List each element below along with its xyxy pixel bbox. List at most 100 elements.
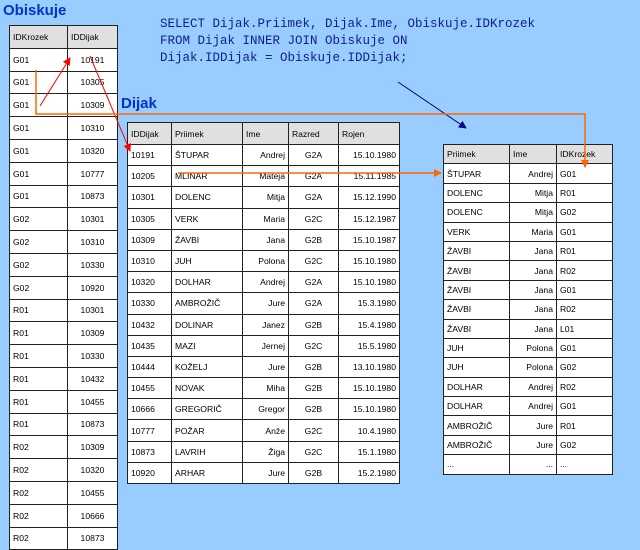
table-cell: R01 [9,366,68,391]
table-cell: Mateja [242,165,289,188]
table-row: R01 10455 [9,389,118,414]
table-cell: Maria [509,221,557,242]
table-cell: Polona [242,249,289,273]
table-cell: 15.10.1980 [338,143,400,167]
table-cell: G2C [288,249,339,273]
table-cell: 10455 [127,377,172,400]
table-cell: NOVAK [171,377,243,400]
table-cell: 10309 [127,228,172,251]
table-cell: 10320 [67,458,118,482]
table-cell: MLINAR [171,165,243,188]
table-row: DOLENC Mitja R01 [443,182,613,204]
table-row: G01 10777 [9,161,118,186]
table-cell: 10920 [67,275,118,300]
table-cell: Jana [509,260,557,281]
table-cell: R02 [9,480,68,505]
table-row: VERK Maria G01 [443,221,613,242]
table-cell: 15.12.1987 [338,207,400,230]
table-cell: ŽAVBI [171,228,243,251]
table-cell: Jana [242,228,289,251]
table-cell: Mitja [509,202,557,223]
table-cell: DOLINAR [171,313,243,336]
table-row: ......... [443,454,613,475]
table-cell: G2B [288,355,339,379]
table-cell: Polona [509,357,557,378]
table-cell: VERK [171,207,243,230]
table-row: DOLENC Mitja G02 [443,202,613,223]
table-cell: G2C [288,440,339,463]
table-cell: G2B [288,398,339,421]
table-cell: R02 [556,299,613,320]
table-row: 10873 LAVRIH Žiga G2C 15.1.1980 [127,440,400,463]
table-row: R02 10455 [9,480,118,505]
table-cell: 10330 [67,344,118,368]
table-cell: Žiga [242,440,289,463]
table-cell: G01 [9,161,68,186]
sql-line-3: Dijak.IDDijak = Obiskuje.IDDijak; [160,51,408,65]
table-cell: Mitja [242,186,289,209]
result-table: Priimek Ime IDKrozek ŠTUPAR Andrej G01 DOLENC… [443,143,613,475]
obiskuje-table: IDKrozek IDDijak G01 10191 G01 10305 G01 10309… [9,25,118,550]
table-cell: KOŽELJ [171,355,243,379]
table-cell: 10301 [127,186,172,209]
table-cell: ŽAVBI [443,279,510,301]
table-header-row: IDKrozek IDDijak [9,25,118,49]
column-header: Ime [509,143,557,165]
table-cell: G01 [9,184,68,209]
table-row: 10191 ŠTUPAR Andrej G2A 15.10.1980 [127,143,400,167]
table-cell: POŽAR [171,419,243,442]
table-cell: 10320 [127,271,172,294]
table-cell: 10330 [127,292,172,315]
table-cell: Anže [242,419,289,442]
table-cell: Andrej [509,396,557,417]
table-cell: Andrej [509,163,557,184]
table-cell: 10873 [67,526,118,550]
table-cell: Jana [509,279,557,301]
table-cell: G02 [9,230,68,254]
sql-line-2: FROM Dijak INNER JOIN Obiskuje ON [160,34,408,48]
table-row: ŽAVBI Jana L01 [443,318,613,339]
table-cell: 15.10.1980 [338,249,400,273]
table-cell: Polona [509,337,557,359]
table-row: R02 10320 [9,458,118,482]
table-cell: 10444 [127,355,172,379]
table-cell: 10330 [67,252,118,277]
table-cell: R01 [9,412,68,437]
column-header: Priimek [171,122,243,145]
table-cell: 10432 [127,313,172,336]
table-cell: 10873 [67,412,118,437]
table-cell: 10777 [127,419,172,442]
table-row: JUH Polona G01 [443,337,613,359]
table-row: JUH Polona G02 [443,357,613,378]
dijak-table: IDDijak Priimek Ime Razred Rojen 10191 ŠTUPAR… [127,122,400,485]
table-cell: Andrej [509,376,557,398]
table-row: ŽAVBI Jana R01 [443,240,613,262]
table-cell: Jure [242,355,289,379]
table-cell: ŽAVBI [443,240,510,262]
table-cell: G01 [9,93,68,118]
table-cell: 15.12.1990 [338,186,400,209]
table-cell: Jana [509,299,557,320]
table-cell: G02 [9,252,68,277]
table-row: 10301 DOLENC Mitja G2A 15.12.1990 [127,186,400,209]
table-cell: Jana [509,240,557,262]
table-row: G02 10301 [9,207,118,232]
table-cell: ŽAVBI [443,260,510,281]
table-cell: G01 [9,116,68,140]
table-row: ŽAVBI Jana R02 [443,260,613,281]
table-cell: Mitja [509,182,557,204]
table-cell: DOLENC [443,202,510,223]
table-row: 10330 AMBROŽIČ Jure G2A 15.3.1980 [127,292,400,315]
table-row: G01 10305 [9,70,118,95]
obiskuje-title: Obiskuje [3,2,67,19]
table-cell: G01 [556,396,613,417]
table-cell: Maria [242,207,289,230]
table-row: G02 10310 [9,230,118,254]
table-cell: JUH [171,249,243,273]
table-cell: R01 [9,389,68,414]
table-cell: 10191 [67,47,118,72]
table-cell: AMBROŽIČ [443,415,510,436]
column-header: IDKrozek [556,143,613,165]
table-row: R02 10873 [9,526,118,550]
table-cell: G2A [288,186,339,209]
